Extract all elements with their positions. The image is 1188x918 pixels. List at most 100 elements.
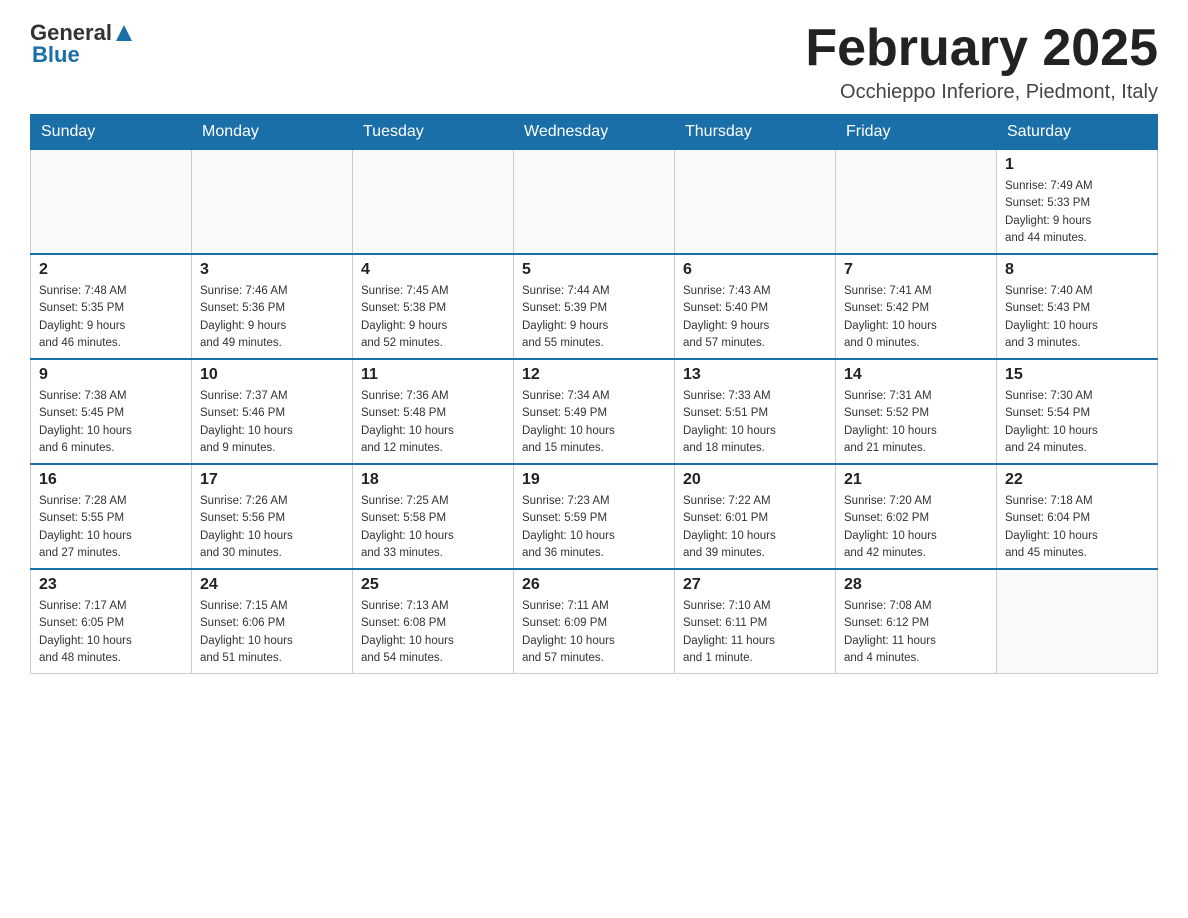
calendar-cell [836, 150, 997, 255]
day-info: Sunrise: 7:40 AMSunset: 5:43 PMDaylight:… [1005, 283, 1149, 352]
calendar-cell: 22 Sunrise: 7:18 AMSunset: 6:04 PMDayligh… [997, 464, 1158, 569]
calendar-week-row: 16 Sunrise: 7:28 AMSunset: 5:55 PMDayligh… [31, 464, 1158, 569]
day-info: Sunrise: 7:17 AMSunset: 6:05 PMDaylight:… [39, 598, 183, 667]
calendar-cell [192, 150, 353, 255]
day-number: 2 [39, 261, 183, 279]
day-number: 10 [200, 366, 344, 384]
month-title: February 2025 [805, 20, 1158, 77]
day-info: Sunrise: 7:18 AMSunset: 6:04 PMDaylight:… [1005, 493, 1149, 562]
calendar-week-row: 23 Sunrise: 7:17 AMSunset: 6:05 PMDayligh… [31, 569, 1158, 674]
day-info: Sunrise: 7:34 AMSunset: 5:49 PMDaylight:… [522, 388, 666, 457]
day-number: 27 [683, 576, 827, 594]
day-info: Sunrise: 7:10 AMSunset: 6:11 PMDaylight:… [683, 598, 827, 667]
day-info: Sunrise: 7:48 AMSunset: 5:35 PMDaylight:… [39, 283, 183, 352]
day-info: Sunrise: 7:13 AMSunset: 6:08 PMDaylight:… [361, 598, 505, 667]
day-info: Sunrise: 7:38 AMSunset: 5:45 PMDaylight:… [39, 388, 183, 457]
day-info: Sunrise: 7:44 AMSunset: 5:39 PMDaylight:… [522, 283, 666, 352]
location-text: Occhieppo Inferiore, Piedmont, Italy [805, 81, 1158, 104]
day-number: 3 [200, 261, 344, 279]
day-info: Sunrise: 7:36 AMSunset: 5:48 PMDaylight:… [361, 388, 505, 457]
day-info: Sunrise: 7:41 AMSunset: 5:42 PMDaylight:… [844, 283, 988, 352]
day-number: 11 [361, 366, 505, 384]
day-number: 23 [39, 576, 183, 594]
day-number: 5 [522, 261, 666, 279]
day-info: Sunrise: 7:45 AMSunset: 5:38 PMDaylight:… [361, 283, 505, 352]
calendar-week-row: 1 Sunrise: 7:49 AMSunset: 5:33 PMDaylight… [31, 150, 1158, 255]
calendar-cell: 21 Sunrise: 7:20 AMSunset: 6:02 PMDayligh… [836, 464, 997, 569]
calendar-week-row: 9 Sunrise: 7:38 AMSunset: 5:45 PMDaylight… [31, 359, 1158, 464]
calendar-cell: 5 Sunrise: 7:44 AMSunset: 5:39 PMDaylight… [514, 254, 675, 359]
day-info: Sunrise: 7:22 AMSunset: 6:01 PMDaylight:… [683, 493, 827, 562]
calendar-cell: 18Sunrise: 7:25 AMSunset: 5:58 PMDayligh… [353, 464, 514, 569]
day-number: 22 [1005, 471, 1149, 489]
calendar-cell: 4 Sunrise: 7:45 AMSunset: 5:38 PMDaylight… [353, 254, 514, 359]
calendar-cell: 13 Sunrise: 7:33 AMSunset: 5:51 PMDayligh… [675, 359, 836, 464]
calendar-day-header: Monday [192, 115, 353, 150]
calendar-table: SundayMondayTuesdayWednesdayThursdayFrid… [30, 114, 1158, 674]
calendar-cell: 27 Sunrise: 7:10 AMSunset: 6:11 PMDayligh… [675, 569, 836, 674]
calendar-cell: 28 Sunrise: 7:08 AMSunset: 6:12 PMDayligh… [836, 569, 997, 674]
day-number: 28 [844, 576, 988, 594]
calendar-day-header: Wednesday [514, 115, 675, 150]
calendar-cell: 1 Sunrise: 7:49 AMSunset: 5:33 PMDaylight… [997, 150, 1158, 255]
calendar-cell: 20Sunrise: 7:22 AMSunset: 6:01 PMDayligh… [675, 464, 836, 569]
day-number: 6 [683, 261, 827, 279]
day-info: Sunrise: 7:11 AMSunset: 6:09 PMDaylight:… [522, 598, 666, 667]
day-info: Sunrise: 7:46 AMSunset: 5:36 PMDaylight:… [200, 283, 344, 352]
calendar-cell: 6 Sunrise: 7:43 AMSunset: 5:40 PMDaylight… [675, 254, 836, 359]
calendar-cell [514, 150, 675, 255]
day-info: Sunrise: 7:49 AMSunset: 5:33 PMDaylight:… [1005, 178, 1149, 247]
day-number: 14 [844, 366, 988, 384]
day-info: Sunrise: 7:20 AMSunset: 6:02 PMDaylight:… [844, 493, 988, 562]
calendar-cell: 8 Sunrise: 7:40 AMSunset: 5:43 PMDaylight… [997, 254, 1158, 359]
day-number: 1 [1005, 156, 1149, 174]
calendar-cell: 12 Sunrise: 7:34 AMSunset: 5:49 PMDayligh… [514, 359, 675, 464]
calendar-day-header: Thursday [675, 115, 836, 150]
title-section: February 2025 Occhieppo Inferiore, Piedm… [805, 20, 1158, 104]
day-number: 24 [200, 576, 344, 594]
calendar-cell: 25 Sunrise: 7:13 AMSunset: 6:08 PMDayligh… [353, 569, 514, 674]
calendar-cell [997, 569, 1158, 674]
logo-icon [114, 23, 134, 43]
day-number: 26 [522, 576, 666, 594]
calendar-cell: 3 Sunrise: 7:46 AMSunset: 5:36 PMDaylight… [192, 254, 353, 359]
calendar-cell: 10Sunrise: 7:37 AMSunset: 5:46 PMDayligh… [192, 359, 353, 464]
day-info: Sunrise: 7:28 AMSunset: 5:55 PMDaylight:… [39, 493, 183, 562]
day-number: 12 [522, 366, 666, 384]
day-number: 16 [39, 471, 183, 489]
calendar-cell: 23 Sunrise: 7:17 AMSunset: 6:05 PMDayligh… [31, 569, 192, 674]
calendar-day-header: Saturday [997, 115, 1158, 150]
calendar-cell: 7Sunrise: 7:41 AMSunset: 5:42 PMDaylight… [836, 254, 997, 359]
page-header: General Blue February 2025 Occhieppo Inf… [30, 20, 1158, 104]
day-number: 13 [683, 366, 827, 384]
day-number: 9 [39, 366, 183, 384]
day-number: 4 [361, 261, 505, 279]
calendar-header-row: SundayMondayTuesdayWednesdayThursdayFrid… [31, 115, 1158, 150]
calendar-cell: 9 Sunrise: 7:38 AMSunset: 5:45 PMDaylight… [31, 359, 192, 464]
calendar-cell: 26 Sunrise: 7:11 AMSunset: 6:09 PMDayligh… [514, 569, 675, 674]
logo-blue-text: Blue [32, 42, 80, 68]
calendar-day-header: Sunday [31, 115, 192, 150]
day-info: Sunrise: 7:23 AMSunset: 5:59 PMDaylight:… [522, 493, 666, 562]
calendar-cell: 16 Sunrise: 7:28 AMSunset: 5:55 PMDayligh… [31, 464, 192, 569]
day-number: 21 [844, 471, 988, 489]
day-info: Sunrise: 7:30 AMSunset: 5:54 PMDaylight:… [1005, 388, 1149, 457]
day-info: Sunrise: 7:08 AMSunset: 6:12 PMDaylight:… [844, 598, 988, 667]
day-number: 25 [361, 576, 505, 594]
day-number: 17 [200, 471, 344, 489]
calendar-cell: 17 Sunrise: 7:26 AMSunset: 5:56 PMDayligh… [192, 464, 353, 569]
logo: General Blue [30, 20, 134, 68]
day-info: Sunrise: 7:31 AMSunset: 5:52 PMDaylight:… [844, 388, 988, 457]
day-info: Sunrise: 7:33 AMSunset: 5:51 PMDaylight:… [683, 388, 827, 457]
day-number: 8 [1005, 261, 1149, 279]
calendar-cell: 19Sunrise: 7:23 AMSunset: 5:59 PMDayligh… [514, 464, 675, 569]
day-number: 15 [1005, 366, 1149, 384]
calendar-cell [675, 150, 836, 255]
calendar-cell [353, 150, 514, 255]
calendar-cell: 2 Sunrise: 7:48 AMSunset: 5:35 PMDaylight… [31, 254, 192, 359]
calendar-day-header: Tuesday [353, 115, 514, 150]
day-info: Sunrise: 7:25 AMSunset: 5:58 PMDaylight:… [361, 493, 505, 562]
day-info: Sunrise: 7:26 AMSunset: 5:56 PMDaylight:… [200, 493, 344, 562]
day-info: Sunrise: 7:43 AMSunset: 5:40 PMDaylight:… [683, 283, 827, 352]
day-info: Sunrise: 7:15 AMSunset: 6:06 PMDaylight:… [200, 598, 344, 667]
